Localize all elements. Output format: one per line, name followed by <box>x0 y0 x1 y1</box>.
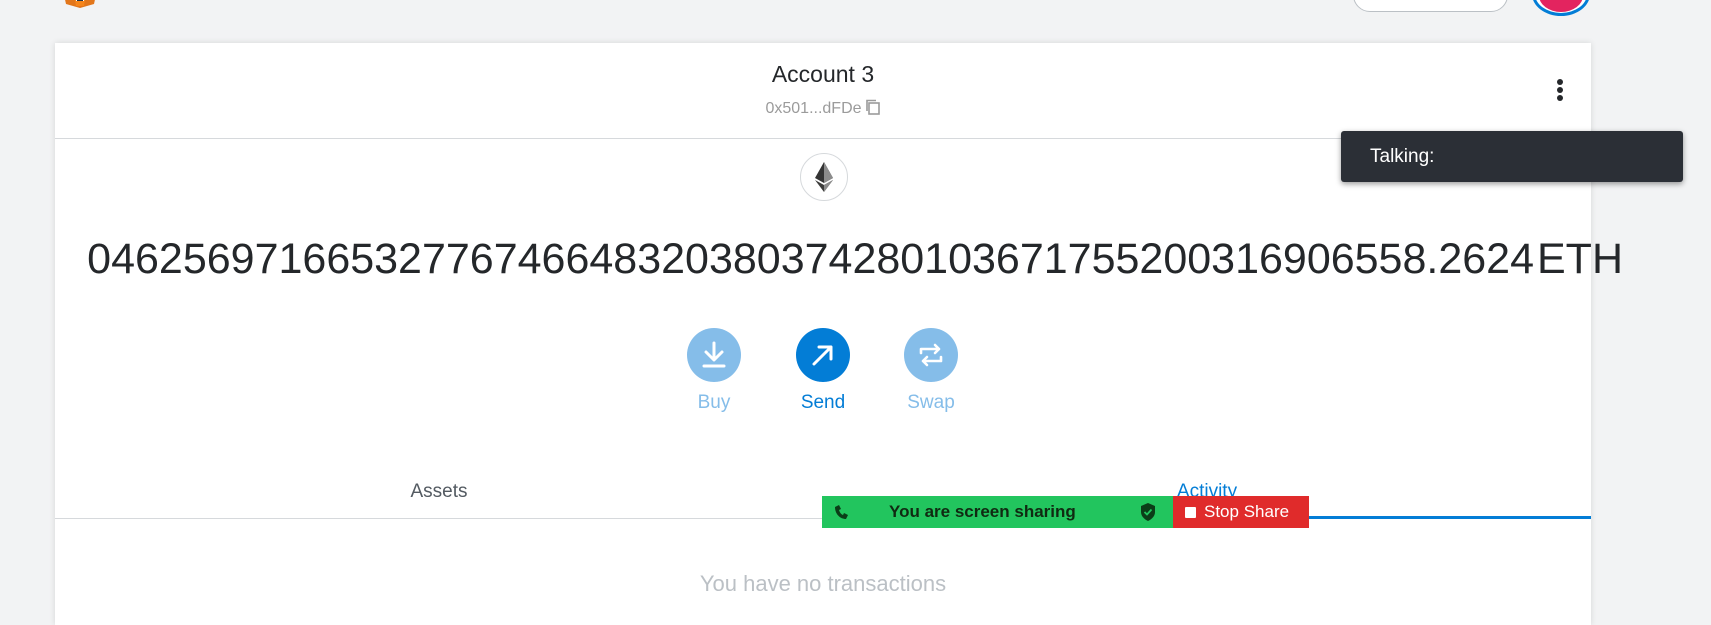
swap-label[interactable]: Swap <box>886 392 976 414</box>
download-icon <box>702 341 726 368</box>
buy-button[interactable]: Buy <box>669 328 759 414</box>
network-selector[interactable] <box>1353 0 1508 12</box>
metamask-fox-logo[interactable] <box>56 0 104 8</box>
send-arrow-icon <box>812 345 833 366</box>
send-label[interactable]: Send <box>778 392 868 414</box>
screen-share-banner: You are screen sharing Stop Share <box>822 496 1309 528</box>
swap-icon-circle[interactable] <box>904 328 958 382</box>
swap-arrows-icon <box>919 343 943 367</box>
tab-assets[interactable]: Assets <box>55 468 823 519</box>
swap-button[interactable]: Swap <box>886 328 976 414</box>
talking-label: Talking: <box>1370 146 1435 167</box>
stop-share-button[interactable]: Stop Share <box>1173 496 1309 528</box>
shield-check-icon <box>1141 503 1155 521</box>
talking-indicator: Talking: <box>1341 131 1683 182</box>
stop-share-label[interactable]: Stop Share <box>1204 502 1289 522</box>
stop-icon <box>1185 506 1196 518</box>
send-button[interactable]: Send <box>778 328 868 414</box>
phone-icon <box>835 505 848 519</box>
empty-activity-message: You have no transactions <box>699 571 947 596</box>
buy-label[interactable]: Buy <box>669 392 759 414</box>
buy-icon-circle[interactable] <box>687 328 741 382</box>
screen-share-text: You are screen sharing <box>889 502 1076 521</box>
account-menu-avatar[interactable] <box>1532 0 1590 16</box>
avatar-identicon <box>1539 0 1583 12</box>
send-icon-circle[interactable] <box>796 328 850 382</box>
screen-share-status: You are screen sharing <box>822 496 1173 528</box>
